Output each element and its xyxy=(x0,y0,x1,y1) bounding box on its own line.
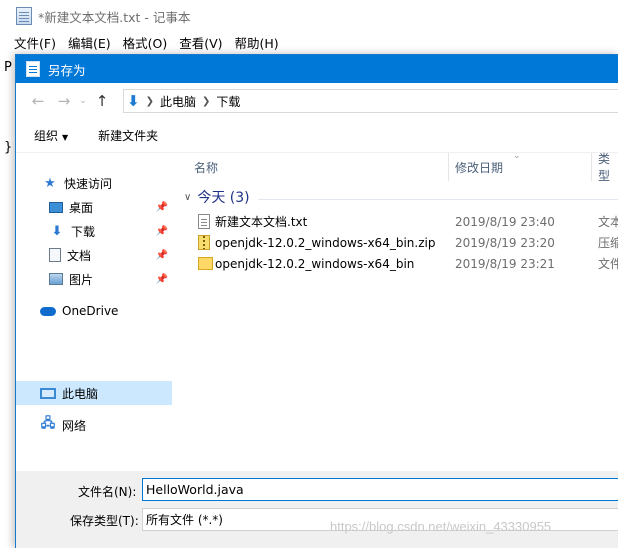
tree-item-label: OneDrive xyxy=(62,304,119,318)
group-divider xyxy=(258,199,618,200)
column-header-name[interactable]: 名称 xyxy=(194,153,218,181)
save-options-panel: 文件名(N): HelloWorld.java 保存类型(T): 所有文件 (*… xyxy=(16,471,618,548)
watermark: https://blog.csdn.net/weixin_43330955 xyxy=(330,519,552,534)
tree-item-this-pc[interactable]: 此电脑 xyxy=(16,381,172,405)
menu-edit[interactable]: 编辑(E) xyxy=(68,33,111,52)
menu-view[interactable]: 查看(V) xyxy=(179,33,222,52)
tree-item-quick-access[interactable]: ★ 快速访问 xyxy=(16,171,172,195)
tree-item-label: 图片 xyxy=(69,272,94,287)
file-date: 2019/8/19 23:40 xyxy=(455,214,555,229)
text-file-icon xyxy=(198,214,210,229)
file-name: 新建文本文档.txt xyxy=(215,215,308,229)
file-date: 2019/8/19 23:20 xyxy=(455,235,555,250)
file-type: 文件 xyxy=(598,257,618,271)
pictures-icon xyxy=(49,273,63,285)
tree-item-downloads[interactable]: ⬇ 下载 📌 xyxy=(16,219,172,243)
folder-icon xyxy=(198,257,213,270)
navigation-tree: ★ 快速访问 桌面 📌 ⬇ 下载 📌 文档 📌 图片 📌 OneDrive 此电… xyxy=(16,153,174,471)
onedrive-icon xyxy=(40,306,56,316)
save-as-dialog: 另存为 ← → ⌄ ↑ ⬇ ❯ 此电脑 ❯ 下载 组织 ▼ 新建文件夹 ★ 快速访… xyxy=(15,54,618,548)
notepad-menubar: 文件(F) 编辑(E) 格式(O) 查看(V) 帮助(H) xyxy=(0,32,618,52)
file-date: 2019/8/19 23:21 xyxy=(455,256,555,271)
pc-icon xyxy=(40,387,56,399)
file-list: ⌄ 名称 修改日期 类型 ∨ 今天 (3) 新建文本文档.txt 2019/8/… xyxy=(178,151,618,471)
caret-down-icon: ▼ xyxy=(62,133,69,142)
column-divider[interactable] xyxy=(448,153,449,181)
downloads-location-icon: ⬇ xyxy=(127,92,140,110)
pin-icon: 📌 xyxy=(155,249,168,261)
tree-item-label: 网络 xyxy=(62,418,87,433)
dialog-content: ★ 快速访问 桌面 📌 ⬇ 下载 📌 文档 📌 图片 📌 OneDrive 此电… xyxy=(16,151,618,471)
column-header-date[interactable]: 修改日期 xyxy=(455,153,503,181)
menu-format[interactable]: 格式(O) xyxy=(123,33,168,52)
notepad-titlebar: *新建文本文档.txt - 记事本 xyxy=(0,0,618,32)
pin-icon: 📌 xyxy=(155,225,168,237)
chevron-down-icon: ∨ xyxy=(184,191,192,203)
star-icon: ★ xyxy=(44,175,56,191)
file-name: openjdk-12.0.2_windows-x64_bin.zip xyxy=(215,235,436,250)
up-arrow-icon[interactable]: ↑ xyxy=(90,89,114,113)
notepad-title: *新建文本文档.txt - 记事本 xyxy=(38,9,191,25)
sort-chevron-icon: ⌄ xyxy=(513,151,521,161)
tree-item-onedrive[interactable]: OneDrive xyxy=(16,299,172,323)
navigation-bar: ← → ⌄ ↑ ⬇ ❯ 此电脑 ❯ 下载 xyxy=(16,83,618,119)
tree-item-label: 此电脑 xyxy=(62,386,99,401)
zip-file-icon xyxy=(198,235,210,250)
tree-item-pictures[interactable]: 图片 📌 xyxy=(16,267,172,291)
column-divider[interactable] xyxy=(591,153,592,181)
organize-label: 组织 xyxy=(34,129,59,143)
file-name: openjdk-12.0.2_windows-x64_bin xyxy=(215,256,415,271)
command-toolbar: 组织 ▼ 新建文件夹 xyxy=(16,119,618,153)
tree-item-label: 桌面 xyxy=(69,200,94,215)
network-icon: 🖧 xyxy=(40,416,56,431)
column-header-type[interactable]: 类型 xyxy=(598,152,618,183)
tree-item-network[interactable]: 🖧 网络 xyxy=(16,413,172,437)
desktop-icon xyxy=(49,201,63,213)
file-type: 压缩 xyxy=(598,236,618,250)
filename-input[interactable]: HelloWorld.java xyxy=(142,478,618,501)
pin-icon: 📌 xyxy=(155,273,168,285)
forward-icon[interactable]: → xyxy=(52,89,76,113)
menu-file[interactable]: 文件(F) xyxy=(14,33,56,52)
new-folder-button[interactable]: 新建文件夹 xyxy=(98,127,158,144)
filename-label: 文件名(N): xyxy=(78,485,137,499)
table-row[interactable]: openjdk-12.0.2_windows-x64_bin 2019/8/19… xyxy=(178,253,618,274)
group-header-today[interactable]: ∨ 今天 (3) xyxy=(184,187,250,207)
organize-button[interactable]: 组织 ▼ xyxy=(34,127,68,144)
address-bar[interactable]: ⬇ ❯ 此电脑 ❯ 下载 xyxy=(123,89,618,113)
notepad-text-line-1: P xyxy=(4,60,12,75)
save-type-label: 保存类型(T): xyxy=(70,514,139,528)
back-icon[interactable]: ← xyxy=(26,89,50,113)
group-label: 今天 (3) xyxy=(197,190,250,206)
breadcrumb-this-pc[interactable]: 此电脑 xyxy=(160,93,196,110)
pin-icon: 📌 xyxy=(155,201,168,213)
documents-icon xyxy=(49,248,61,262)
chevron-right-icon[interactable]: ❯ xyxy=(202,96,210,107)
dialog-title: 另存为 xyxy=(48,62,86,78)
menu-help[interactable]: 帮助(H) xyxy=(235,33,279,52)
tree-item-label: 下载 xyxy=(71,224,96,239)
download-icon: ⬇ xyxy=(51,223,63,239)
notepad-text-line-2: } xyxy=(4,140,13,155)
tree-item-desktop[interactable]: 桌面 📌 xyxy=(16,195,172,219)
tree-item-documents[interactable]: 文档 📌 xyxy=(16,243,172,267)
notepad-icon xyxy=(16,7,32,25)
file-type: 文本 xyxy=(598,215,618,229)
breadcrumb-downloads[interactable]: 下载 xyxy=(216,93,240,110)
table-row[interactable]: 新建文本文档.txt 2019/8/19 23:40 文本 xyxy=(178,211,618,232)
recent-locations-chevron-icon[interactable]: ⌄ xyxy=(76,89,90,113)
chevron-right-icon[interactable]: ❯ xyxy=(146,96,154,107)
dialog-notepad-icon xyxy=(26,61,40,77)
tree-item-label: 快速访问 xyxy=(64,176,113,191)
table-row[interactable]: openjdk-12.0.2_windows-x64_bin.zip 2019/… xyxy=(178,232,618,253)
tree-item-label: 文档 xyxy=(67,248,92,263)
dialog-titlebar[interactable]: 另存为 xyxy=(16,55,618,83)
